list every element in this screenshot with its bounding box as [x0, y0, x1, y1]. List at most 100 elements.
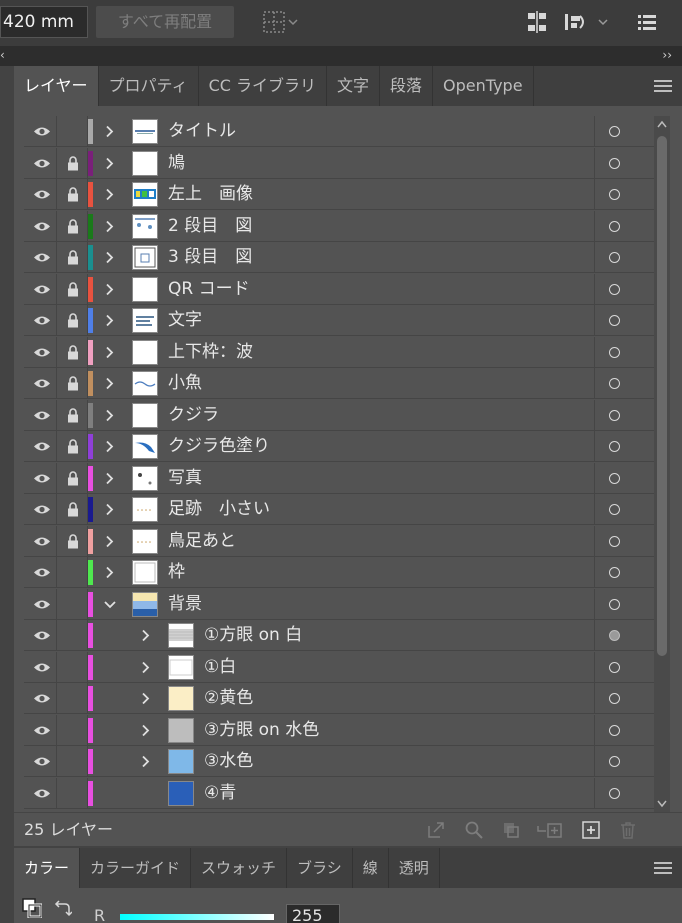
- layer-name[interactable]: クジラ色塗り: [168, 431, 270, 462]
- target-circle-icon[interactable]: [609, 661, 620, 673]
- target-circle-icon[interactable]: [609, 598, 620, 610]
- target-circle-icon[interactable]: [609, 315, 620, 326]
- target-circle-icon[interactable]: [609, 724, 620, 736]
- color-tab-0[interactable]: カラー: [14, 848, 81, 888]
- panel-menu-icon[interactable]: [654, 78, 672, 94]
- layer-name[interactable]: 写真: [168, 463, 202, 494]
- chevron-right-icon[interactable]: [102, 526, 118, 557]
- layer-row[interactable]: 背景: [24, 588, 654, 620]
- collapse-right-button[interactable]: ››: [662, 48, 672, 62]
- layer-row[interactable]: ①方眼 on 白: [24, 620, 654, 651]
- chevron-right-icon[interactable]: [102, 116, 118, 147]
- clipping-mask-icon[interactable]: [501, 820, 521, 840]
- rearrange-all-button[interactable]: すべて再配置: [96, 6, 234, 38]
- layer-row[interactable]: クジラ色塗り: [24, 431, 654, 462]
- chevron-right-icon[interactable]: [102, 337, 118, 368]
- layer-name[interactable]: 2 段目 図: [168, 211, 252, 242]
- chevron-right-icon[interactable]: [138, 620, 154, 651]
- layer-name[interactable]: クジラ: [168, 400, 219, 431]
- width-field[interactable]: 420 mm: [0, 6, 88, 38]
- chevron-right-icon[interactable]: [102, 494, 118, 525]
- layer-row[interactable]: 左上 画像: [24, 179, 654, 210]
- visibility-eye-icon[interactable]: [28, 683, 56, 714]
- visibility-eye-icon[interactable]: [28, 242, 56, 273]
- layer-row[interactable]: 鳥足あと: [24, 525, 654, 557]
- chevron-right-icon[interactable]: [138, 746, 154, 777]
- layer-name[interactable]: 上下枠：波: [168, 337, 253, 368]
- target-circle-icon[interactable]: [609, 630, 620, 641]
- layer-row[interactable]: ②黄色: [24, 683, 654, 714]
- lock-toggle[interactable]: [56, 557, 88, 588]
- lock-icon[interactable]: [56, 273, 88, 305]
- layer-row[interactable]: 文字: [24, 305, 654, 336]
- visibility-eye-icon[interactable]: [28, 274, 56, 305]
- scrollbar-thumb[interactable]: [657, 136, 667, 656]
- lock-toggle[interactable]: [56, 746, 88, 777]
- visibility-eye-icon[interactable]: [28, 148, 56, 179]
- distribute-dropdown-icon[interactable]: [562, 10, 612, 34]
- visibility-eye-icon[interactable]: [28, 463, 56, 494]
- chevron-right-icon[interactable]: [102, 368, 118, 399]
- visibility-eye-icon[interactable]: [28, 526, 56, 557]
- layer-name[interactable]: 左上 画像: [168, 179, 253, 210]
- layer-name[interactable]: 小魚: [168, 368, 202, 399]
- visibility-eye-icon[interactable]: [28, 400, 56, 431]
- layer-row[interactable]: 足跡 小さい: [24, 494, 654, 525]
- layers-tab-0[interactable]: レイヤー: [14, 66, 99, 106]
- layer-name[interactable]: タイトル: [168, 116, 236, 147]
- layers-tab-2[interactable]: CC ライブラリ: [199, 66, 328, 106]
- layer-name[interactable]: 3 段目 図: [168, 242, 252, 273]
- target-circle-icon[interactable]: [609, 567, 620, 578]
- layer-name[interactable]: 鳥足あと: [168, 526, 236, 557]
- lock-icon[interactable]: [56, 368, 88, 399]
- layers-tab-1[interactable]: プロパティ: [99, 66, 199, 106]
- lock-toggle[interactable]: [56, 116, 88, 147]
- visibility-eye-icon[interactable]: [28, 557, 56, 588]
- target-circle-icon[interactable]: [609, 189, 620, 200]
- layer-name[interactable]: ①白: [204, 652, 236, 683]
- visibility-eye-icon[interactable]: [28, 746, 56, 777]
- layer-row[interactable]: 写真: [24, 462, 654, 494]
- visibility-eye-icon[interactable]: [28, 431, 56, 462]
- target-circle-icon[interactable]: [609, 252, 620, 263]
- target-circle-icon[interactable]: [609, 126, 620, 137]
- layer-row[interactable]: 小魚: [24, 368, 654, 399]
- target-circle-icon[interactable]: [609, 409, 620, 421]
- chevron-down-icon[interactable]: [102, 589, 118, 620]
- layer-row[interactable]: ④青: [24, 777, 654, 809]
- chevron-right-icon[interactable]: [102, 242, 118, 273]
- lock-toggle[interactable]: [56, 683, 88, 714]
- layer-name[interactable]: 鳩: [168, 148, 185, 179]
- visibility-eye-icon[interactable]: [28, 715, 56, 746]
- lock-toggle[interactable]: [56, 620, 88, 651]
- visibility-eye-icon[interactable]: [28, 620, 56, 651]
- visibility-eye-icon[interactable]: [28, 179, 56, 210]
- target-circle-icon[interactable]: [609, 441, 620, 452]
- target-circle-icon[interactable]: [609, 157, 620, 169]
- layer-row[interactable]: QR コード: [24, 273, 654, 305]
- grid-arrange-dropdown-icon[interactable]: [262, 10, 302, 36]
- layer-row[interactable]: クジラ: [24, 399, 654, 431]
- layer-row[interactable]: 3 段目 図: [24, 242, 654, 273]
- lock-icon[interactable]: [56, 399, 88, 431]
- layer-name[interactable]: ④青: [204, 778, 236, 809]
- align-icon[interactable]: [525, 10, 549, 34]
- layer-row[interactable]: 枠: [24, 557, 654, 588]
- visibility-eye-icon[interactable]: [28, 778, 56, 809]
- layer-name[interactable]: 文字: [168, 305, 202, 336]
- color-tab-4[interactable]: 線: [353, 848, 389, 888]
- lock-icon[interactable]: [56, 336, 88, 368]
- layer-name[interactable]: 足跡 小さい: [168, 494, 270, 525]
- chevron-right-icon[interactable]: [102, 400, 118, 431]
- color-tab-2[interactable]: スウォッチ: [191, 848, 288, 888]
- visibility-eye-icon[interactable]: [28, 368, 56, 399]
- layer-row[interactable]: 2 段目 図: [24, 210, 654, 242]
- chevron-right-icon[interactable]: [138, 683, 154, 714]
- target-circle-icon[interactable]: [609, 787, 620, 799]
- target-circle-icon[interactable]: [609, 756, 620, 767]
- target-circle-icon[interactable]: [609, 693, 620, 704]
- color-tab-5[interactable]: 透明: [389, 848, 440, 888]
- lock-toggle[interactable]: [56, 714, 88, 746]
- lock-toggle[interactable]: [56, 777, 88, 809]
- visibility-eye-icon[interactable]: [28, 652, 56, 683]
